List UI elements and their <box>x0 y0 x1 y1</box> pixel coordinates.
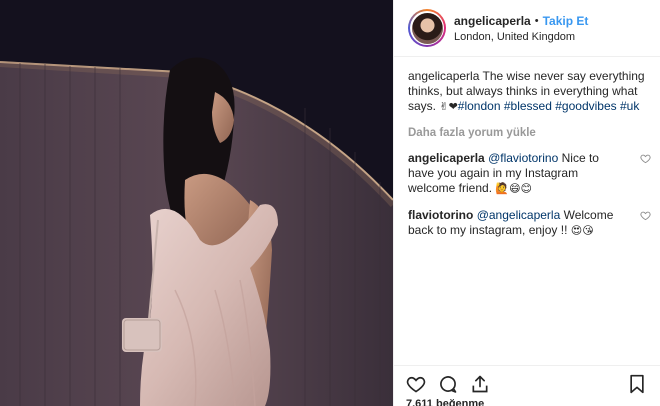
header-text: angelicaperla • Takip Et London, United … <box>454 14 588 43</box>
action-row <box>406 374 651 394</box>
comment-item: angelicaperla @flaviotorino Nice to have… <box>408 151 651 196</box>
header-row: angelicaperla • Takip Et <box>454 14 588 28</box>
separator-dot: • <box>534 14 539 27</box>
avatar[interactable] <box>408 9 446 47</box>
comment-icon[interactable] <box>438 374 458 394</box>
post-header: angelicaperla • Takip Et London, United … <box>394 0 660 57</box>
hashtag-london[interactable]: #london <box>458 99 501 113</box>
comment-item: flaviotorino @angelicaperla Welcome back… <box>408 208 651 238</box>
post-photo[interactable] <box>0 0 393 406</box>
post-photo-illustration <box>0 0 393 406</box>
hashtag-blessed[interactable]: #blessed <box>504 99 552 113</box>
comment-username[interactable]: angelicaperla <box>408 151 485 165</box>
hashtag-goodvibes[interactable]: #goodvibes <box>555 99 616 113</box>
likes-count[interactable]: 7.611 beğenme <box>406 398 651 406</box>
caption: angelicaperla The wise never say everyth… <box>408 69 651 114</box>
instagram-post: angelicaperla • Takip Et London, United … <box>0 0 660 406</box>
comment-like-heart-icon[interactable] <box>640 210 651 221</box>
caption-username[interactable]: angelicaperla <box>408 69 479 83</box>
share-icon[interactable] <box>470 374 490 394</box>
follow-button[interactable]: Takip Et <box>543 14 589 28</box>
comment-like-heart-icon[interactable] <box>640 153 651 164</box>
caption-emoji: ✌❤ <box>439 100 458 113</box>
location-link[interactable]: London, United Kingdom <box>454 31 588 43</box>
comment-emoji: 😍😘 <box>570 224 594 237</box>
hashtag-uk[interactable]: #uk <box>620 99 639 113</box>
bookmark-icon[interactable] <box>627 374 647 394</box>
comments-list: angelicaperla The wise never say everyth… <box>394 57 660 365</box>
heart-icon[interactable] <box>406 374 426 394</box>
load-more-comments-button[interactable]: Daha fazla yorum yükle <box>408 126 651 141</box>
post-actions: 7.611 beğenme <box>394 365 660 406</box>
comment-mention[interactable]: @angelicaperla <box>477 208 561 222</box>
comment-emoji: 🙋😄😊 <box>495 182 533 195</box>
comment-username[interactable]: flaviotorino <box>408 208 473 222</box>
comment-mention[interactable]: @flaviotorino <box>488 151 558 165</box>
post-username[interactable]: angelicaperla <box>454 14 531 28</box>
post-side-panel: angelicaperla • Takip Et London, United … <box>393 0 660 406</box>
avatar-image <box>411 12 443 44</box>
avatar-ring <box>410 11 444 45</box>
